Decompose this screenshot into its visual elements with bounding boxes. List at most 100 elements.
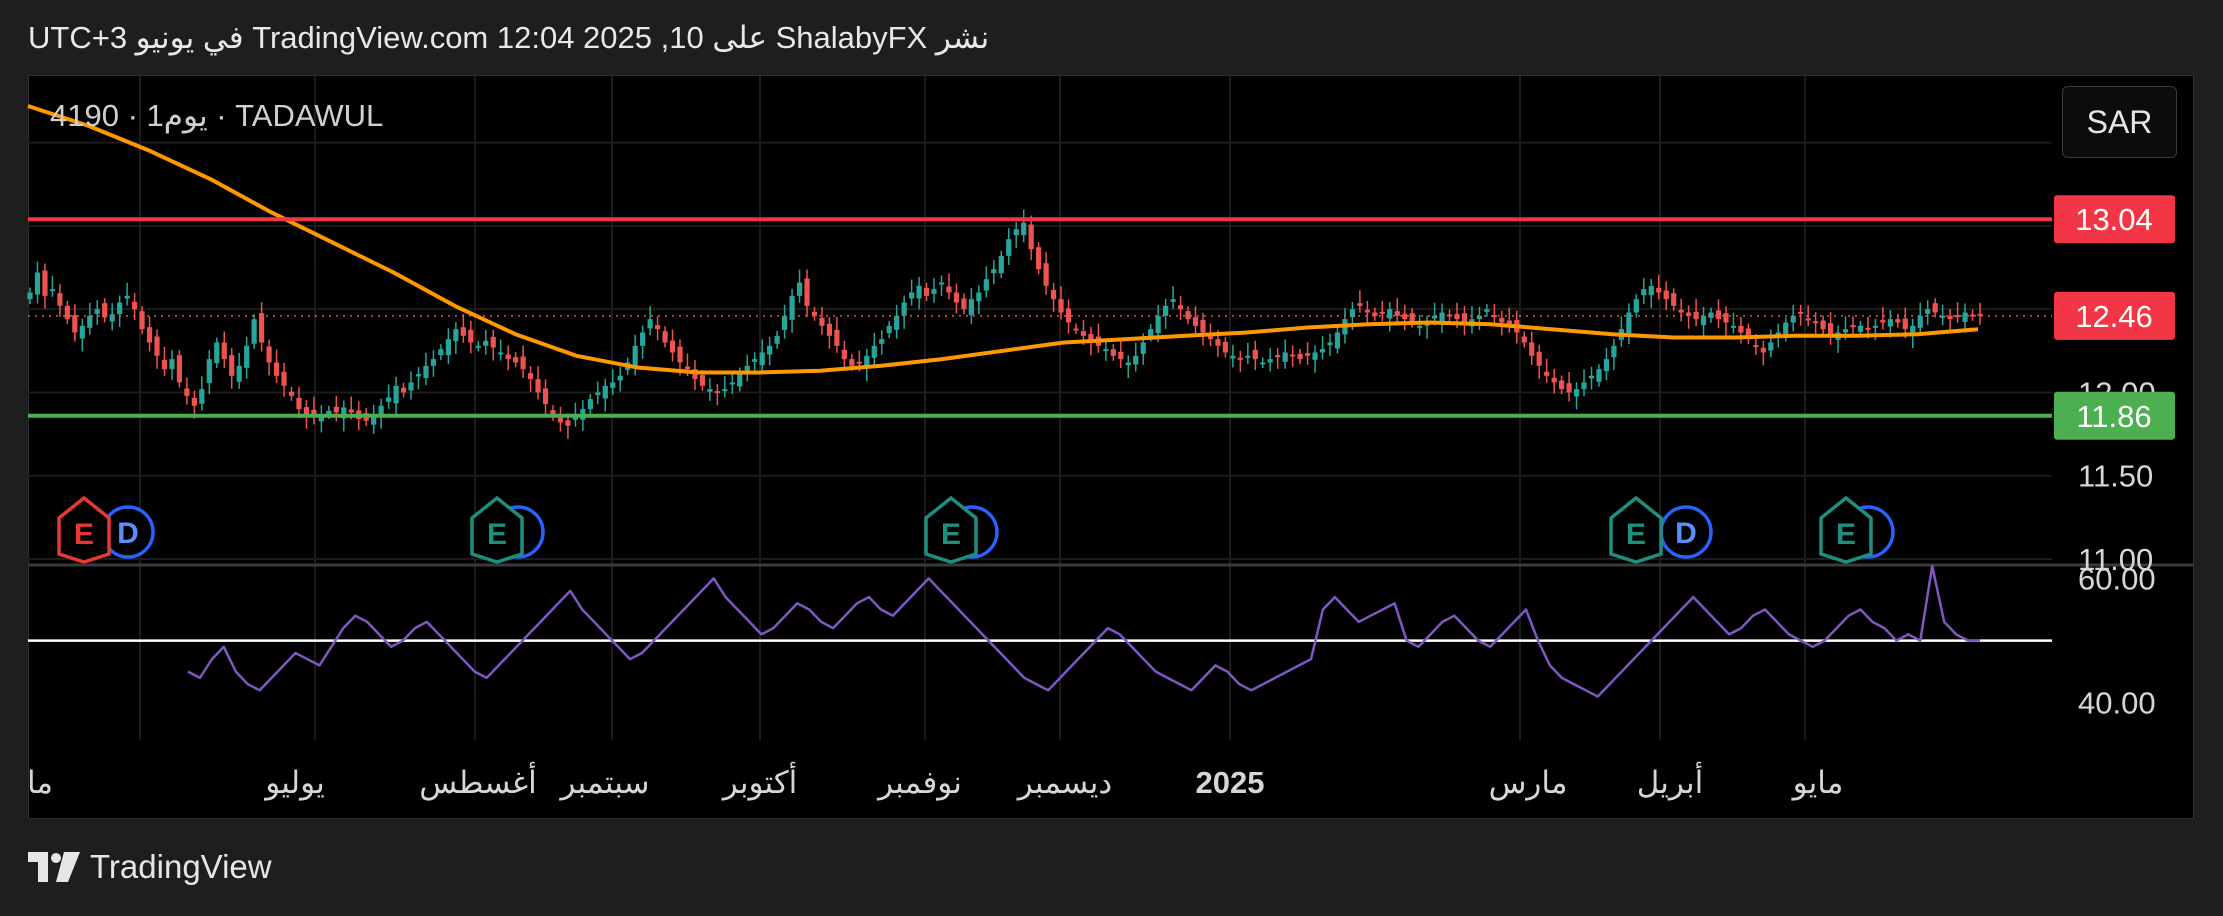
moving-average-line bbox=[27, 104, 1979, 375]
moving-average-series bbox=[27, 104, 1979, 375]
tradingview-logo[interactable]: TradingView bbox=[28, 848, 272, 886]
candle-body bbox=[946, 286, 952, 293]
time-tick-label: أغسطس bbox=[419, 762, 536, 801]
candle-body bbox=[326, 410, 332, 415]
candle-body bbox=[281, 371, 287, 386]
candle-body bbox=[953, 292, 960, 303]
candle-body bbox=[251, 319, 257, 344]
candle-series bbox=[27, 209, 1983, 439]
candle-body bbox=[505, 354, 511, 360]
earnings-marker-letter: E bbox=[487, 518, 507, 551]
candle-body bbox=[131, 301, 138, 310]
candle-body bbox=[1805, 318, 1811, 321]
time-axis[interactable]: ما يوليو أغسطس سبتمبر أكتوبر نوفمبر ديسمبر 2025… bbox=[27, 762, 1843, 801]
candle-body bbox=[595, 392, 601, 396]
candle-body bbox=[1050, 289, 1057, 300]
earnings-marker-letter: E bbox=[941, 518, 961, 551]
candle-body bbox=[610, 382, 616, 388]
candle-body bbox=[1850, 325, 1856, 328]
candle-body bbox=[139, 311, 145, 330]
candle-body bbox=[408, 382, 414, 391]
time-tick-label: يوليو bbox=[263, 765, 324, 801]
candle-body bbox=[199, 389, 205, 404]
candle-body bbox=[386, 397, 392, 402]
candle-body bbox=[1282, 352, 1288, 362]
candle-body bbox=[34, 272, 41, 295]
candle-body bbox=[288, 391, 295, 396]
candle-body bbox=[699, 375, 706, 386]
candle-body bbox=[1596, 369, 1602, 382]
candle-body bbox=[909, 292, 915, 299]
time-tick-label: نوفمبر bbox=[876, 765, 962, 801]
candle-body bbox=[1275, 355, 1281, 358]
candle-body bbox=[542, 388, 549, 405]
candle-body bbox=[1394, 311, 1400, 316]
candle-body bbox=[259, 313, 265, 343]
candle-body bbox=[737, 372, 743, 387]
candle-body bbox=[819, 317, 825, 326]
currency-button[interactable]: SAR bbox=[2062, 86, 2177, 158]
candle-body bbox=[752, 359, 758, 362]
candle-body bbox=[1073, 328, 1079, 331]
resistance-label: 13.04 bbox=[2075, 202, 2153, 237]
candle-body bbox=[961, 298, 967, 310]
candle-body bbox=[1140, 342, 1146, 354]
dividend-marker-letter: D bbox=[117, 517, 139, 550]
candle-body bbox=[1648, 285, 1654, 296]
candle-body bbox=[1738, 325, 1744, 333]
candle-body bbox=[1200, 319, 1206, 333]
candle-body bbox=[722, 389, 728, 392]
candle-body bbox=[1013, 229, 1019, 236]
candle-body bbox=[169, 359, 175, 370]
candle-body bbox=[475, 345, 481, 348]
candle-body bbox=[565, 420, 571, 426]
candle-body bbox=[1170, 299, 1176, 302]
candle-body bbox=[1842, 329, 1849, 333]
chart-canvas[interactable]: DEEEDEE 12.0011.5011.0013.0411.8612.4660… bbox=[0, 0, 2223, 916]
candle-body bbox=[206, 359, 212, 384]
candle-body bbox=[1155, 315, 1161, 334]
candle-body bbox=[991, 269, 997, 274]
candle-body bbox=[438, 349, 444, 356]
candle-body bbox=[983, 279, 989, 291]
candle-body bbox=[1080, 331, 1087, 336]
candle-body bbox=[1760, 347, 1766, 353]
candle-body bbox=[894, 315, 900, 330]
time-tick-label: مايو bbox=[1791, 765, 1844, 801]
candle-body bbox=[1379, 311, 1385, 314]
candle-body bbox=[1297, 353, 1303, 360]
candle-body bbox=[1461, 313, 1468, 323]
candle-body bbox=[1312, 352, 1318, 360]
candle-body bbox=[1626, 312, 1632, 334]
candle-body bbox=[1163, 305, 1169, 316]
event-markers: DE E E DE E bbox=[57, 495, 1895, 564]
symbol-label: 4190 · يوم1 · TADAWUL bbox=[50, 98, 384, 133]
candle-body bbox=[64, 305, 70, 320]
candle-body bbox=[176, 355, 183, 383]
candle-body bbox=[1715, 310, 1722, 320]
candle-body bbox=[729, 382, 735, 385]
price-axis[interactable]: 12.0011.5011.0013.0411.8612.4660.0040.00 bbox=[2054, 195, 2175, 721]
last-price-label: 12.46 bbox=[2075, 299, 2153, 334]
dividend-marker-letter: D bbox=[1675, 517, 1697, 550]
candle-body bbox=[1110, 349, 1116, 356]
candle-body bbox=[229, 355, 235, 376]
candle-body bbox=[154, 336, 160, 356]
candle-body bbox=[453, 329, 459, 342]
candle-body bbox=[296, 397, 302, 410]
time-tick-label: 2025 bbox=[1196, 765, 1265, 800]
candle-body bbox=[415, 374, 422, 377]
candle-body bbox=[1028, 224, 1034, 250]
time-tick-label: ديسمبر bbox=[1016, 765, 1112, 801]
candle-body bbox=[1222, 341, 1229, 353]
candle-body bbox=[976, 292, 982, 302]
candle-body bbox=[938, 282, 945, 285]
candle-body bbox=[1611, 345, 1617, 358]
candle-body bbox=[557, 417, 564, 423]
candle-body bbox=[1357, 303, 1363, 306]
candle-body bbox=[42, 270, 48, 296]
candle-body bbox=[669, 340, 676, 353]
candle-body bbox=[1603, 359, 1610, 372]
candle-body bbox=[1857, 325, 1864, 332]
candle-body bbox=[214, 342, 220, 364]
